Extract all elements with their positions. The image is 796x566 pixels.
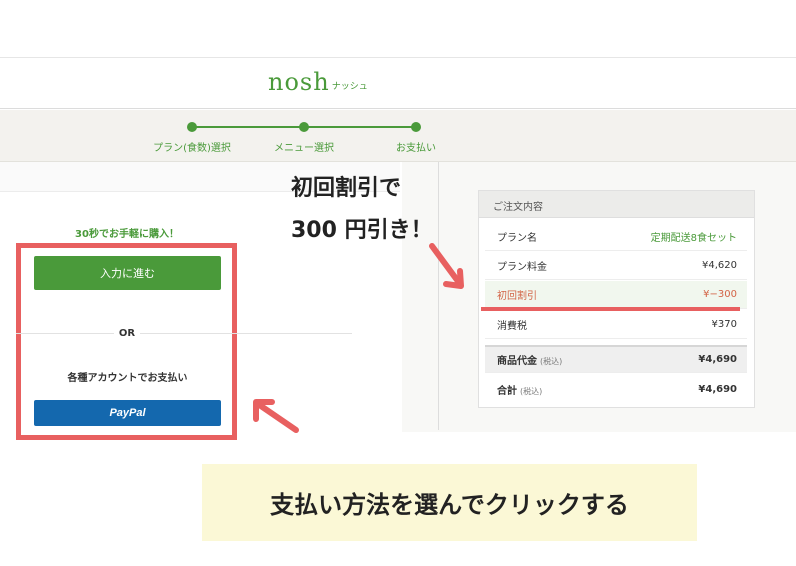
order-row-label: 消費税 <box>497 321 527 332</box>
top-blank-band <box>0 0 796 57</box>
order-row-value: ¥370 <box>711 319 737 330</box>
or-separator-label: OR <box>114 328 140 339</box>
step-dot-menu <box>299 122 309 132</box>
order-row-plan-price: プラン料金 ¥4,620 <box>485 252 747 280</box>
arrow-to-payment-icon <box>253 399 299 433</box>
total-label: 合計 <box>497 385 517 397</box>
account-payment-label: 各種アカウントでお支払い <box>67 373 188 384</box>
order-row-label: プラン料金 <box>497 262 547 273</box>
order-row-total: 合計 (税込) ¥4,690 <box>485 375 747 403</box>
order-row-label: 商品代金 (税込) <box>497 352 562 367</box>
paypal-button[interactable]: PayPal <box>34 400 221 426</box>
order-row-value: 定期配送8食セット <box>650 233 737 244</box>
or-separator-line <box>16 333 352 334</box>
order-row-tax: 消費税 ¥370 <box>485 311 747 339</box>
order-row-label: 合計 (税込) <box>497 382 542 397</box>
step-dot-payment <box>411 122 421 132</box>
order-row-value: ¥4,690 <box>698 383 737 395</box>
instruction-banner-text: 支払い方法を選んでクリックする <box>270 491 629 519</box>
arrow-to-discount-icon <box>429 243 464 289</box>
discount-callout-line2: 300 円引き！ <box>291 218 433 243</box>
total-tax-note: (税込) <box>520 386 543 396</box>
step-dot-plan <box>187 122 197 132</box>
site-header: nosh ナッシュ <box>0 57 796 109</box>
proceed-to-input-button[interactable]: 入力に進む <box>34 256 221 290</box>
logo-wordmark: nosh <box>268 68 330 96</box>
order-summary-title: ご注文内容 <box>479 191 754 218</box>
order-row-plan-name: プラン名 定期配送8食セット <box>485 223 747 251</box>
discount-red-underline <box>481 307 740 311</box>
order-row-label: プラン名 <box>497 233 537 244</box>
order-row-label: 初回割引 <box>497 291 537 302</box>
order-row-value: ¥4,620 <box>702 260 737 271</box>
pane-divider <box>438 162 439 430</box>
subtotal-tax-note: (税込) <box>540 357 563 366</box>
instruction-banner: 支払い方法を選んでクリックする <box>202 464 697 541</box>
step-label-payment: お支払い <box>396 143 436 154</box>
discount-callout-line1: 初回割引で <box>291 176 402 201</box>
step-label-plan: プラン(食数)選択 <box>153 143 231 154</box>
quick-purchase-promo: 30秒でお手軽に購入！ <box>75 229 179 240</box>
step-label-menu: メニュー選択 <box>274 143 334 154</box>
order-row-value: ¥−300 <box>703 289 737 300</box>
nosh-logo[interactable]: nosh ナッシュ <box>268 70 368 94</box>
order-summary: ご注文内容 プラン名 定期配送8食セット プラン料金 ¥4,620 初回割引 ¥… <box>478 190 755 408</box>
checkout-stepper: プラン(食数)選択 メニュー選択 お支払い <box>0 110 796 162</box>
order-row-subtotal: 商品代金 (税込) ¥4,690 <box>485 345 747 373</box>
order-row-value: ¥4,690 <box>698 354 737 365</box>
logo-kana: ナッシュ <box>331 82 368 92</box>
subtotal-label: 商品代金 <box>497 356 537 367</box>
order-row-first-discount: 初回割引 ¥−300 <box>485 281 747 309</box>
